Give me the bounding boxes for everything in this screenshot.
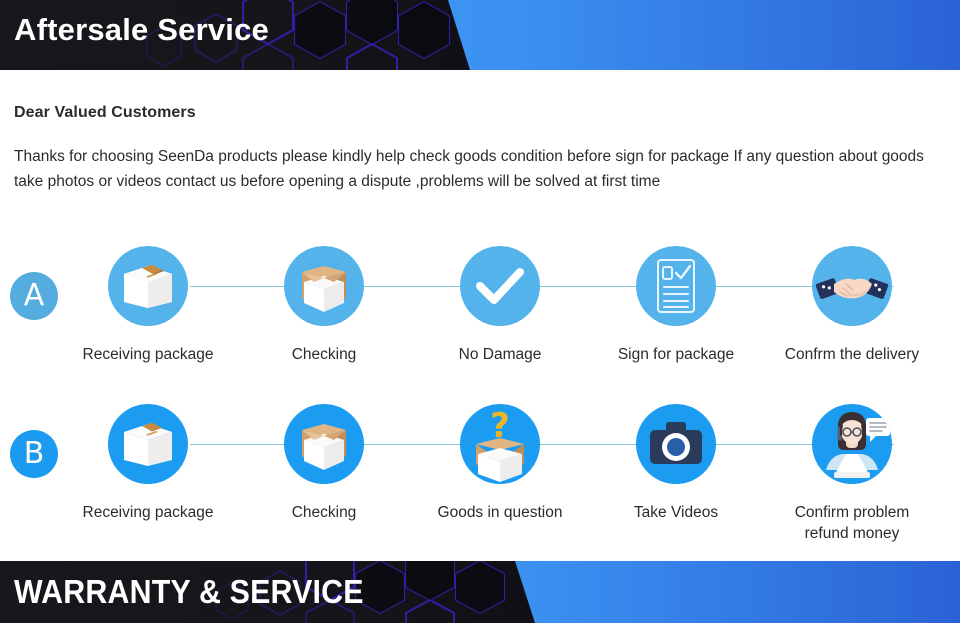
step-goods-in-question: ? Goods in question <box>412 404 588 523</box>
closed-box-icon <box>108 246 188 326</box>
open-box-icon <box>284 404 364 484</box>
step-label: Checking <box>291 346 357 363</box>
row-badge-a: A <box>10 272 58 320</box>
question-box-icon: ? <box>460 404 540 484</box>
step-receiving-package: Receiving package <box>60 404 236 523</box>
step-label: Confrm the delivery <box>784 346 920 363</box>
flow-row-a: A Receiving package Checking No Damage S… <box>0 246 960 396</box>
step-label: Confirm problem refund money <box>794 504 910 542</box>
step-label: Checking <box>291 504 357 521</box>
step-confirm-delivery: Confrm the delivery <box>764 246 940 365</box>
step-label: Take Videos <box>633 504 719 521</box>
flow-row-b: B Receiving package Checking ? Goods in … <box>0 404 960 554</box>
step-checking: Checking <box>236 246 412 365</box>
handshake-icon <box>812 246 892 326</box>
step-no-damage: No Damage <box>412 246 588 365</box>
intro-body: Thanks for choosing SeenDa products plea… <box>14 148 924 190</box>
step-sign-for-package: Sign for package <box>588 246 764 365</box>
step-label: Receiving package <box>82 504 214 521</box>
step-receiving-package: Receiving package <box>60 246 236 365</box>
row-b-steps: Receiving package Checking ? Goods in qu… <box>72 404 948 554</box>
step-take-videos: Take Videos <box>588 404 764 523</box>
step-label: No Damage <box>458 346 542 363</box>
step-confirm-problem-refund: Confirm problem refund money <box>764 404 940 544</box>
camera-icon <box>636 404 716 484</box>
support-agent-icon <box>812 404 892 484</box>
footer-title: WARRANTY & SERVICE <box>14 573 364 610</box>
row-badge-b: B <box>10 430 58 478</box>
step-label: Receiving package <box>82 346 214 363</box>
step-checking: Checking <box>236 404 412 523</box>
intro-greeting: Dear Valued Customers <box>14 104 196 121</box>
row-a-steps: Receiving package Checking No Damage Sig… <box>72 246 948 396</box>
footer-banner: WARRANTY & SERVICE <box>0 561 960 623</box>
step-label: Goods in question <box>437 504 563 521</box>
open-box-icon <box>284 246 364 326</box>
closed-box-icon <box>108 404 188 484</box>
header-title: Aftersale Service <box>14 12 270 47</box>
document-sign-icon <box>636 246 716 326</box>
step-label: Sign for package <box>617 346 735 363</box>
intro-block: Dear Valued Customers Thanks for choosin… <box>14 104 944 194</box>
aftersale-service-page: Aftersale Service Dear Valued Customers … <box>0 0 960 623</box>
checkmark-icon <box>460 246 540 326</box>
header-banner: Aftersale Service <box>0 0 960 70</box>
